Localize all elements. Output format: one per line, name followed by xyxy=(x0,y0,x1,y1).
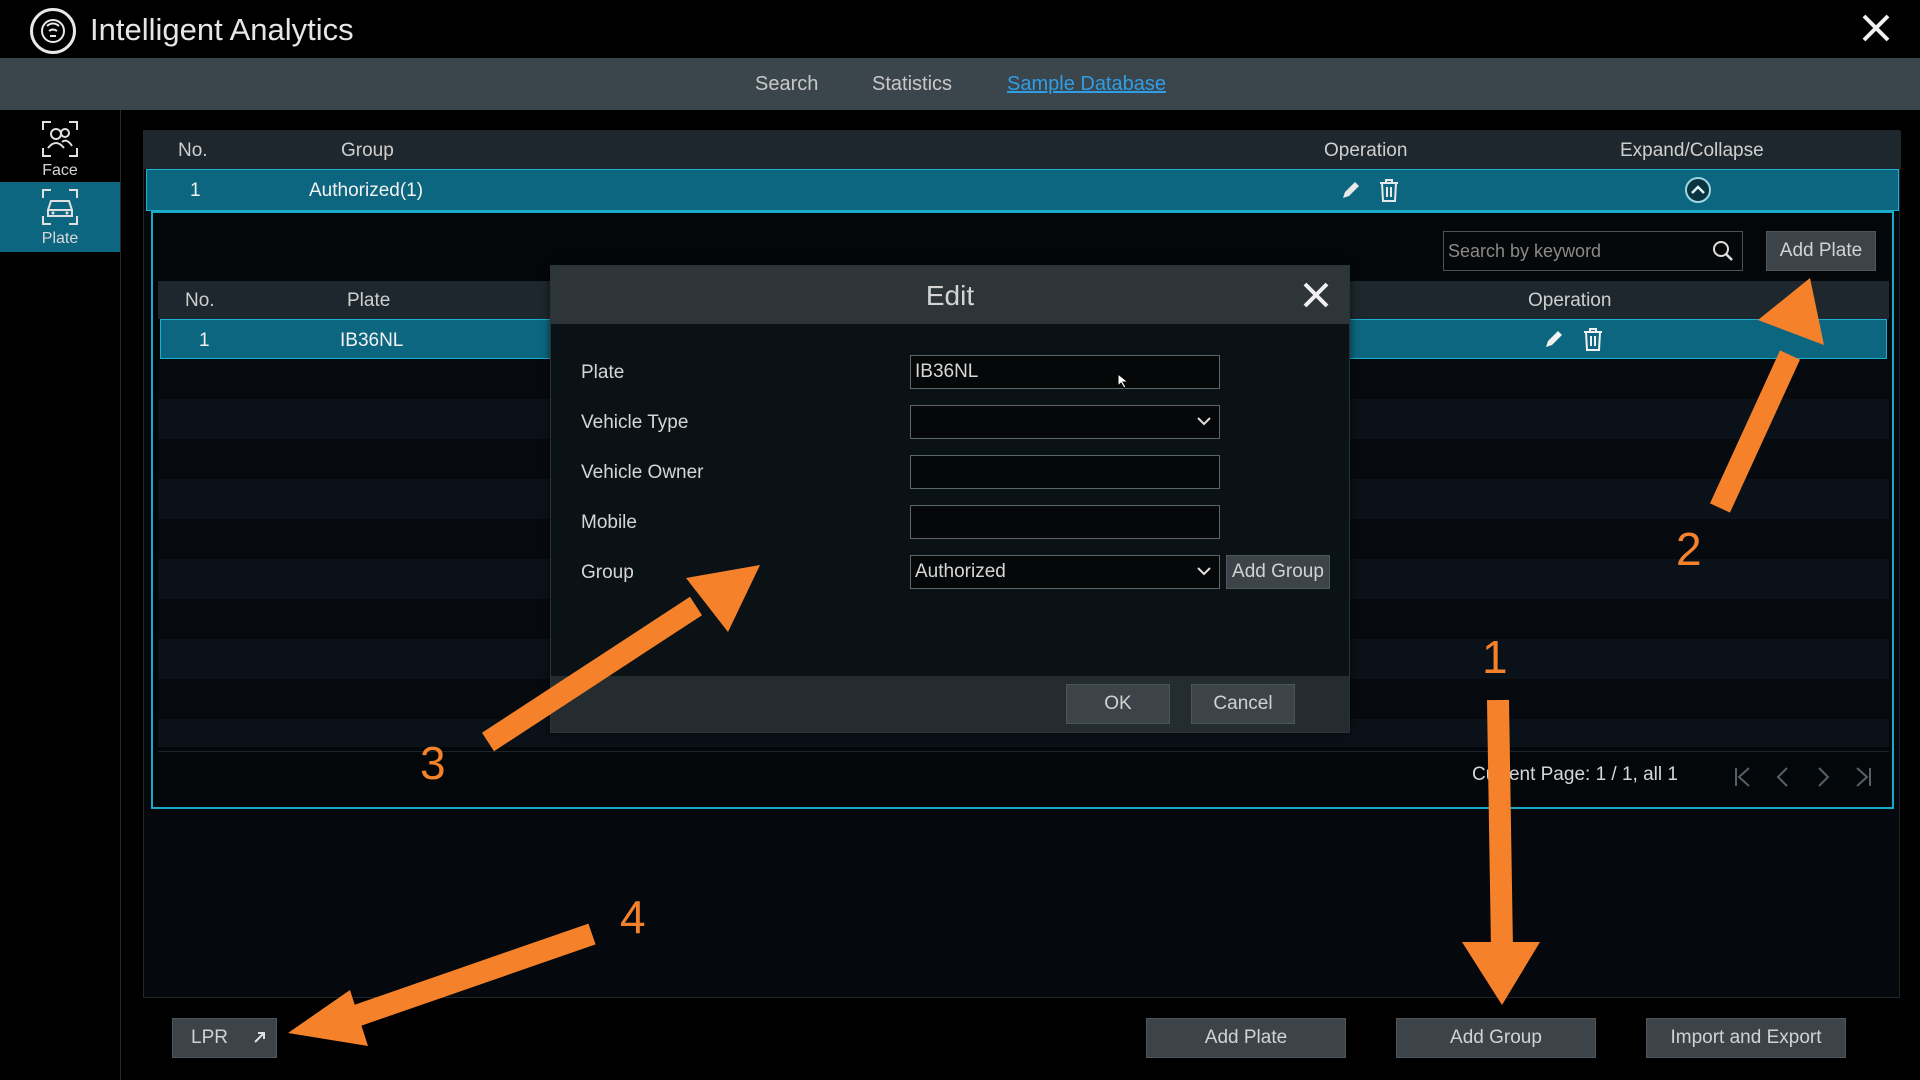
annotation-number-1: 1 xyxy=(1482,631,1508,683)
annotation-number-3: 3 xyxy=(420,737,446,789)
annotation-number-2: 2 xyxy=(1676,523,1702,575)
arrow-2 xyxy=(1709,278,1824,513)
arrow-3 xyxy=(481,565,760,752)
annotation-number-4: 4 xyxy=(620,891,646,943)
arrow-1 xyxy=(1462,699,1540,1005)
annotation-arrows xyxy=(288,278,1824,1046)
arrow-4 xyxy=(288,923,596,1046)
